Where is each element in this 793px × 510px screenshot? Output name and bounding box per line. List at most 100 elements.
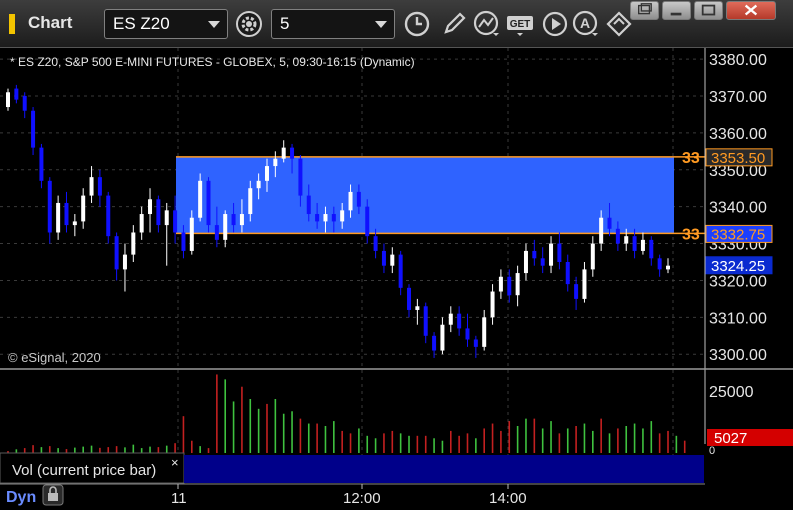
candle-body [164, 210, 169, 226]
copyright: © eSignal, 2020 [8, 350, 101, 365]
maximize-icon[interactable] [694, 1, 723, 20]
close-icon[interactable]: × [171, 455, 179, 470]
candle-body [14, 88, 19, 100]
candle-body [47, 180, 52, 233]
candle-body [373, 236, 378, 251]
symbol-value: ES Z20 [113, 14, 170, 33]
pencil-icon[interactable] [440, 10, 468, 38]
candle-body [473, 339, 478, 347]
candle-body [407, 287, 412, 310]
candle-body [64, 202, 69, 226]
dynamic-mode-button[interactable]: Dyn [6, 489, 36, 506]
candle-body [239, 214, 244, 226]
play-icon[interactable] [541, 10, 569, 38]
candle-body [97, 177, 102, 196]
chevron-down-icon[interactable] [208, 21, 220, 28]
candle-body [599, 217, 604, 244]
candle-body [565, 262, 570, 285]
candle-body [582, 269, 587, 299]
candle-body [298, 158, 303, 196]
price-tick: 3360.00 [709, 126, 767, 143]
candle-body [214, 225, 219, 240]
candle-body [122, 254, 127, 270]
study-label: Vol (current price bar) [12, 462, 156, 479]
chart-icon [9, 14, 15, 34]
price-tick: 3310.00 [709, 310, 767, 327]
toolbar: Chart ES Z20 5 GET A [0, 0, 793, 48]
zone-label: 33 [682, 150, 700, 167]
price-tick: 3370.00 [709, 89, 767, 106]
volume-tag-label: 5027 [714, 430, 747, 447]
settings-gear-icon[interactable] [235, 10, 263, 38]
close-icon[interactable] [726, 1, 776, 20]
candle-body [390, 254, 395, 266]
price-tag-label: 3332.75 [711, 226, 765, 243]
candle-body [490, 291, 495, 318]
candle-body [31, 110, 36, 148]
get-icon[interactable]: GET [506, 10, 534, 38]
study-icon[interactable] [473, 10, 501, 38]
candle-body [198, 180, 203, 218]
restore-icon[interactable] [630, 1, 659, 20]
candle-body [365, 206, 370, 237]
candle-body [457, 313, 462, 329]
price-tag-label: 3324.25 [711, 258, 765, 275]
candle-body [256, 180, 261, 189]
zone-label: 33 [682, 226, 700, 243]
symbol-dropdown[interactable]: ES Z20 [104, 9, 228, 39]
candle-body [624, 236, 629, 244]
candle-body [56, 202, 61, 233]
candle-body [615, 228, 620, 244]
lock-icon[interactable] [42, 484, 64, 506]
candle-body [666, 265, 670, 270]
price-tick: 3380.00 [709, 52, 767, 69]
candle-body [549, 243, 554, 266]
candle-body [482, 317, 487, 347]
candle-body [248, 188, 253, 215]
candle-body [106, 195, 111, 237]
clock-icon[interactable] [403, 10, 431, 38]
candle-body [181, 232, 186, 251]
time-label: 11 [171, 490, 187, 507]
candle-body [290, 147, 295, 159]
candle-body [340, 210, 345, 222]
candle-body [156, 199, 161, 226]
candle-body [264, 166, 269, 181]
candle-body [448, 313, 453, 325]
time-axis[interactable] [0, 484, 793, 510]
candle-body [89, 177, 94, 196]
price-ticks: 3380.00 3370.00 3360.00 3350.00 3340.00 … [709, 52, 767, 364]
window-title: Chart [28, 13, 73, 32]
chart-area[interactable]: * ES Z20, S&P 500 E-MINI FUTURES - GLOBE… [0, 48, 793, 510]
diamond-icon[interactable] [605, 10, 633, 38]
interval-dropdown[interactable]: 5 [271, 9, 395, 39]
candle-body [72, 221, 77, 226]
study-panel-bar[interactable] [184, 455, 704, 483]
candle-body [515, 273, 520, 296]
minimize-icon[interactable] [662, 1, 691, 20]
candle-body [640, 239, 645, 251]
candle-body [607, 217, 612, 229]
candle-body [331, 214, 336, 222]
candle-body [148, 199, 153, 215]
candle-body [348, 191, 353, 211]
candle-body [523, 250, 528, 274]
candle-body [432, 335, 437, 351]
candle-body [323, 214, 328, 222]
candle-body [189, 217, 194, 251]
time-label: 14:00 [489, 490, 527, 507]
candle-body [281, 147, 286, 159]
price-tick: 3340.00 [709, 200, 767, 217]
candle-body [657, 258, 662, 270]
chart-header: * ES Z20, S&P 500 E-MINI FUTURES - GLOBE… [10, 55, 415, 69]
price-tick: 3320.00 [709, 273, 767, 290]
a-icon[interactable]: A [572, 10, 600, 38]
interval-value: 5 [280, 14, 290, 33]
candle-body [231, 214, 236, 226]
candle-body [39, 147, 44, 181]
volume-tick: 25000 [709, 384, 754, 401]
candle-body [398, 254, 403, 288]
candle-body [22, 95, 27, 111]
candle-body [315, 214, 320, 222]
chevron-down-icon[interactable] [375, 21, 387, 28]
